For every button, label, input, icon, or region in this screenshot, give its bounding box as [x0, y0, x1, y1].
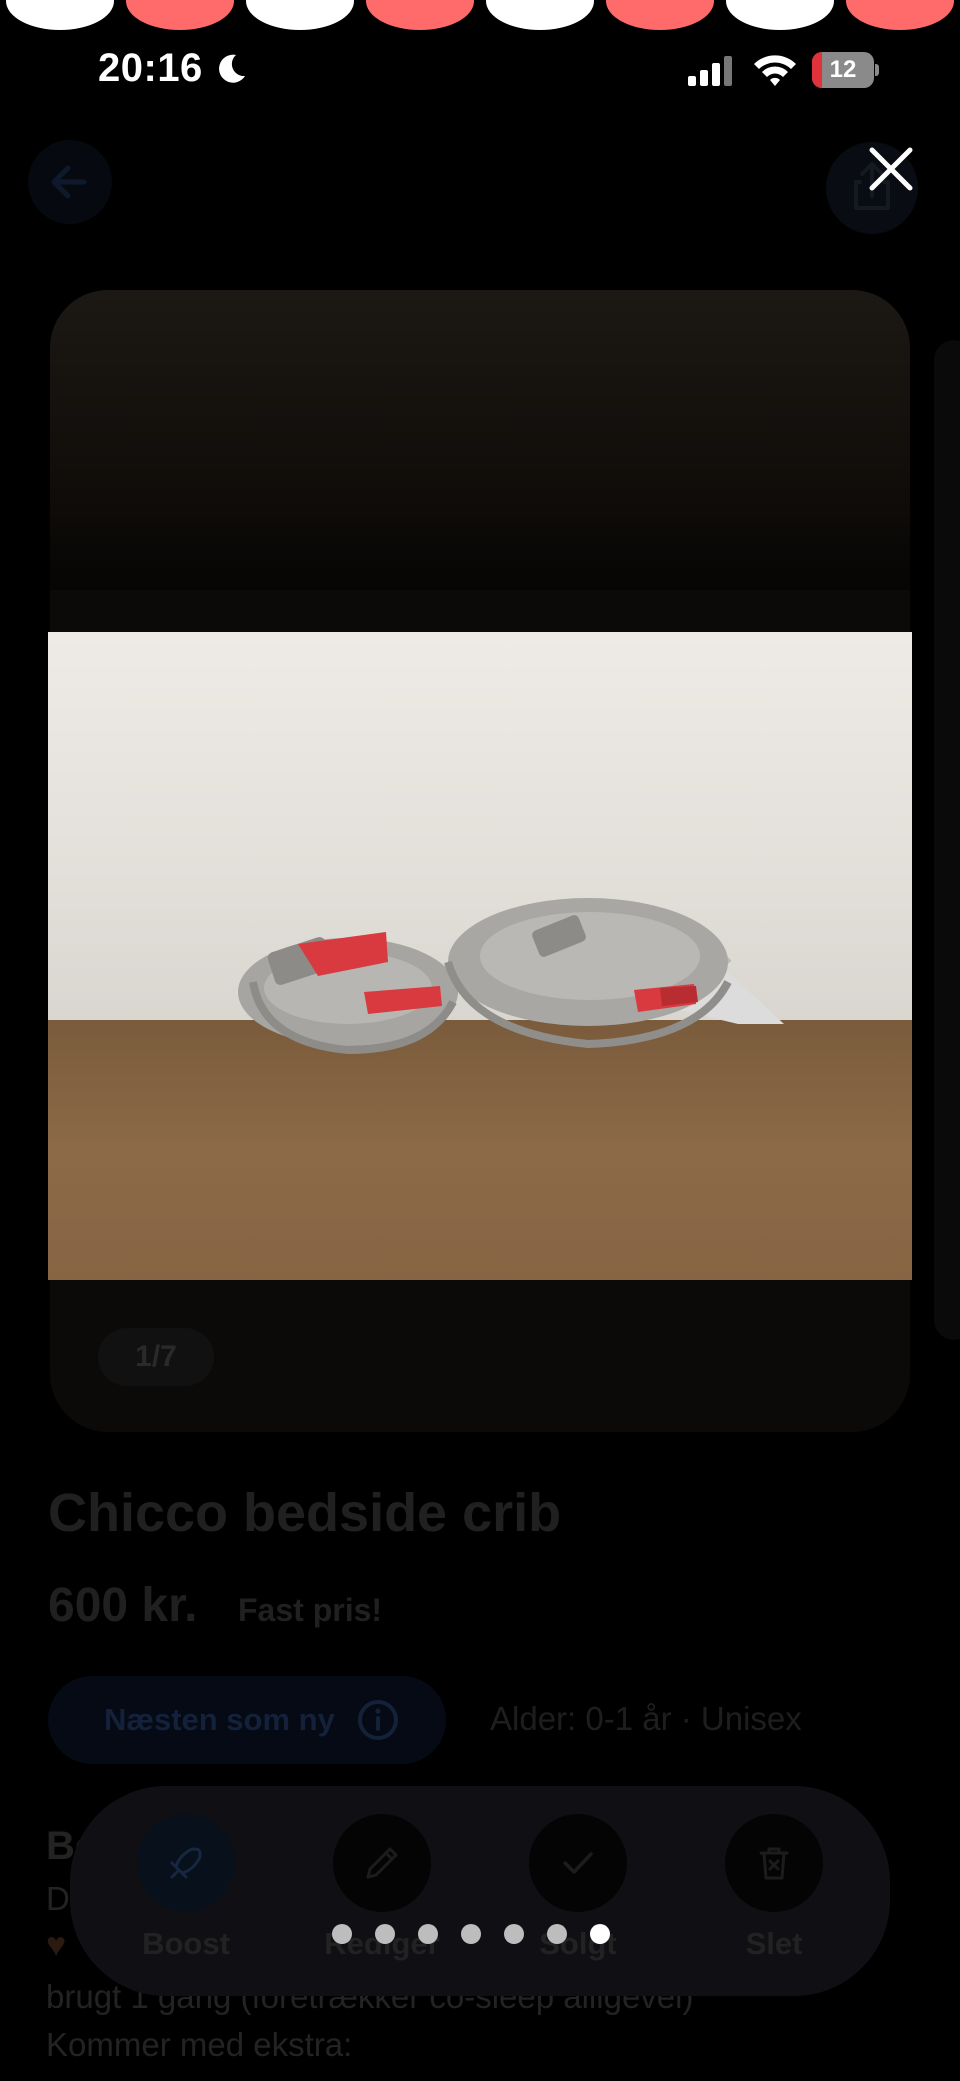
arrow-left-icon: [51, 165, 87, 199]
boost-button: Boost: [106, 1814, 266, 1962]
back-button: [28, 140, 112, 224]
listing-photo[interactable]: [48, 632, 912, 1280]
pager-dot[interactable]: [461, 1924, 481, 1944]
close-icon[interactable]: [868, 146, 914, 192]
description-line: D: [46, 1880, 70, 1917]
rocket-icon: [170, 1847, 202, 1879]
card-photo-backdrop: [50, 290, 910, 590]
pager-dot[interactable]: [504, 1924, 524, 1944]
listing-price: 600 kr.: [48, 1579, 198, 1632]
condition-label: Næsten som ny: [104, 1702, 335, 1737]
trash-icon: [759, 1847, 789, 1880]
heart-icon: ♥: [46, 1926, 67, 1964]
pager-dot[interactable]: [375, 1924, 395, 1944]
condition-badge: Næsten som ny: [48, 1676, 446, 1764]
next-image-card-peek: [934, 340, 960, 1340]
description-line: Kommer med ekstra:: [46, 2026, 353, 2063]
pencil-icon: [366, 1847, 398, 1879]
delete-label: Slet: [745, 1926, 803, 1961]
wifi-icon: [754, 55, 796, 86]
image-pager: [332, 1922, 632, 1946]
pager-dot[interactable]: [418, 1924, 438, 1944]
pager-dot[interactable]: [547, 1924, 567, 1944]
price-note: Fast pris!: [238, 1592, 383, 1628]
straps-with-buckles-image: [238, 898, 784, 1055]
pager-dot[interactable]: [590, 1924, 610, 1944]
check-icon: [563, 1852, 593, 1874]
pager-dot[interactable]: [332, 1924, 352, 1944]
listing-title: Chicco bedside crib: [48, 1483, 562, 1543]
status-time: 20:16: [98, 46, 203, 90]
info-icon: [358, 1700, 398, 1740]
delete-button: Slet: [694, 1814, 854, 1962]
boost-label: Boost: [142, 1926, 230, 1961]
action-bar: Boost Rediger Solgt Slet: [70, 1786, 890, 1996]
battery-level: 12: [829, 56, 857, 83]
battery-indicator: 12: [812, 52, 879, 88]
moon-icon: [219, 54, 245, 83]
cellular-signal-icon: [688, 56, 732, 86]
age-gender-info: Alder: 0-1 år · Unisex: [490, 1700, 802, 1737]
image-counter-badge: 1/7: [98, 1328, 214, 1386]
notification-dots: [0, 0, 960, 32]
